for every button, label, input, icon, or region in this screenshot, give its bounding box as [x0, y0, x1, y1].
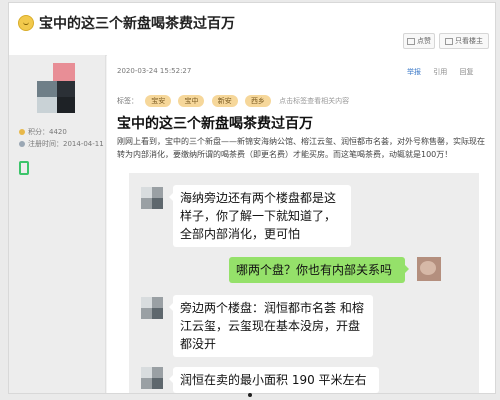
post-actions: 举报 引用 回复 [407, 67, 483, 77]
points-row: 积分：4420 [19, 127, 67, 137]
only-op-button-label: 只看楼主 [455, 37, 483, 45]
chat-message: 润恒在卖的最小面积 190 平米左右 [169, 367, 379, 393]
chat-message: 海纳旁边还有两个楼盘都是这样子，你了解一下就知道了，全部内部消化，更可怕 [169, 185, 351, 247]
only-op-button[interactable]: 只看楼主 [439, 33, 489, 49]
avatar[interactable] [37, 63, 75, 115]
person-icon [445, 37, 453, 45]
chat-avatar [141, 297, 163, 319]
favorite-icon [407, 37, 415, 45]
page-title: 宝中的这三个新盘喝茶费过百万 [39, 16, 235, 32]
smiley-logo-icon [18, 15, 34, 31]
forum-window: 宝中的这三个新盘喝茶费过百万 点赞 只看楼主 积分：4420 注册时间：2014… [8, 2, 496, 394]
register-label: 注册时间：2014-04-11 [28, 140, 104, 148]
chat-avatar [141, 187, 163, 209]
post-date: 2020-03-24 15:52:27 [117, 67, 192, 75]
quote-link[interactable]: 引用 [433, 68, 447, 76]
reply-link[interactable]: 回复 [459, 68, 473, 76]
post-body: 刚网上看到，宝中的三个新盘——新锦安海纳公馆、榕江云玺、润恒都市名荟，对外号称售… [117, 137, 485, 159]
author-sidebar: 积分：4420 注册时间：2014-04-11 [9, 55, 106, 393]
tag-chip[interactable]: 宝中 [178, 95, 205, 107]
report-link[interactable]: 举报 [407, 68, 421, 76]
register-row: 注册时间：2014-04-11 [19, 139, 104, 149]
chat-avatar-self [417, 257, 441, 281]
chat-message: 旁边两个楼盘：润恒都市名荟 和榕江云玺，云玺现在基本没房，开盘都没开 [169, 295, 373, 357]
tag-chip[interactable]: 西乡 [244, 95, 271, 107]
favorite-button-label: 点赞 [417, 37, 431, 45]
points-label: 积分：4420 [28, 128, 67, 136]
tag-chip[interactable]: 宝安 [145, 95, 172, 107]
tag-chip[interactable]: 新安 [211, 95, 238, 107]
calendar-icon [19, 141, 25, 147]
post-content: 2020-03-24 15:52:27 举报 引用 回复 标签： 宝安 宝中 新… [107, 55, 495, 393]
tags-hint: 点击标签查看相关内容 [279, 97, 350, 105]
page-indicator-dot [248, 393, 252, 397]
favorite-button[interactable]: 点赞 [403, 33, 435, 49]
tag-row: 标签： 宝安 宝中 新安 西乡 点击标签查看相关内容 [117, 95, 349, 107]
user-badge-icon [19, 161, 29, 175]
tags-label: 标签： [117, 97, 138, 105]
points-icon [19, 129, 25, 135]
chat-screenshot: 海纳旁边还有两个楼盘都是这样子，你了解一下就知道了，全部内部消化，更可怕 哪两个… [129, 173, 479, 393]
chat-message: 哪两个盘？你也有内部关系吗 [229, 257, 409, 283]
top-bar: 宝中的这三个新盘喝茶费过百万 点赞 只看楼主 [9, 3, 495, 56]
post-title: 宝中的这三个新盘喝茶费过百万 [117, 116, 313, 132]
chat-avatar [141, 367, 163, 389]
